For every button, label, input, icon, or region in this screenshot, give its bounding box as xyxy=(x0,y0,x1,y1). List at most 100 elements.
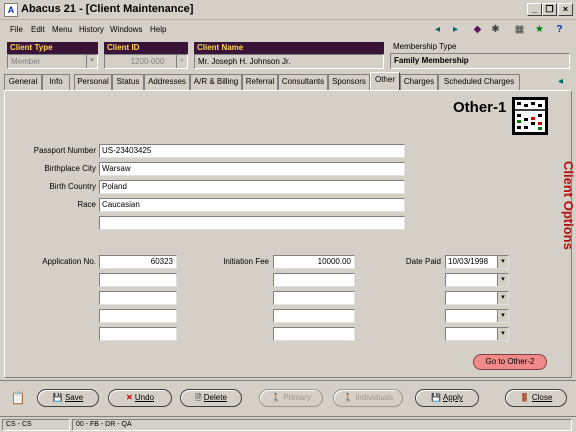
status-codes: 00 - FB - DR - QA xyxy=(72,419,572,431)
initiation-field[interactable] xyxy=(273,273,355,287)
application-field[interactable] xyxy=(99,309,177,323)
membership-type-field: Family Membership xyxy=(390,53,570,69)
abacus-icon xyxy=(512,97,548,135)
client-type-label: Client Type xyxy=(7,42,98,54)
membership-type-label: Membership Type xyxy=(393,42,457,51)
apply-label: Apply xyxy=(442,393,463,402)
lookup-icon[interactable]: ⌕ xyxy=(176,55,187,68)
clipboard-icon[interactable]: 📋 xyxy=(10,389,26,407)
chevron-down-icon[interactable]: ▾ xyxy=(86,55,97,68)
runner-icon[interactable]: ★ xyxy=(532,22,547,37)
side-label-container: Client Options xyxy=(561,161,576,341)
undo-icon: ✕ xyxy=(125,393,135,402)
chevron-down-icon[interactable]: ▾ xyxy=(497,310,508,322)
birthplace-label: Birthplace City xyxy=(44,164,96,173)
client-id-field[interactable]: 1200-000 ⌕ xyxy=(104,54,188,69)
chevron-down-icon[interactable]: ▾ xyxy=(497,256,508,268)
date-paid-select[interactable]: ▾ xyxy=(445,291,509,305)
application-field[interactable] xyxy=(99,273,177,287)
tab-charges[interactable]: Charges xyxy=(400,74,438,90)
menu-edit[interactable]: Edit xyxy=(31,25,45,34)
menu-menu[interactable]: Menu xyxy=(52,25,72,34)
minimize-button[interactable]: _ xyxy=(527,3,542,16)
menu-windows[interactable]: Windows xyxy=(110,25,142,34)
calculator-icon[interactable]: ▦ xyxy=(512,22,527,37)
extra-field[interactable] xyxy=(99,216,405,230)
date-paid-select[interactable]: 10/03/1998 ▾ xyxy=(445,255,509,269)
help-icon[interactable]: ? xyxy=(552,22,567,37)
chevron-down-icon[interactable]: ▾ xyxy=(497,274,508,286)
individuals-label: Individuals xyxy=(355,393,393,402)
tab-consultants[interactable]: Consultants xyxy=(278,74,328,90)
initiation-field[interactable] xyxy=(273,291,355,305)
tab-other[interactable]: Other xyxy=(370,72,400,90)
client-id-group: Client ID 1200-000 ⌕ xyxy=(104,42,188,69)
tab-ar-billing[interactable]: A/R & Billing xyxy=(190,74,242,90)
menu-file[interactable]: File xyxy=(10,25,23,34)
date-paid-select[interactable]: ▾ xyxy=(445,309,509,323)
go-to-other-2-button[interactable]: Go to Other-2 xyxy=(473,354,547,370)
save-button[interactable]: 💾 Save xyxy=(37,389,99,407)
birth-country-field[interactable]: Poland xyxy=(99,180,405,194)
birthplace-field[interactable]: Warsaw xyxy=(99,162,405,176)
date-paid-label: Date Paid xyxy=(405,257,441,266)
delete-button[interactable]: 🗎 Delete xyxy=(180,389,242,407)
passport-field[interactable]: US-23403425 xyxy=(99,144,405,158)
delete-label: Delete xyxy=(203,393,227,402)
tab-scheduled-charges[interactable]: Scheduled Charges xyxy=(438,74,520,90)
save-label: Save xyxy=(64,393,84,402)
application-label: Application No. xyxy=(42,257,96,266)
chevron-down-icon[interactable]: ▾ xyxy=(497,328,508,340)
primary-button[interactable]: 🚶 Primary xyxy=(259,389,323,407)
undo-button[interactable]: ✕ Undo xyxy=(108,389,172,407)
initiation-field[interactable] xyxy=(273,327,355,341)
primary-icon: 🚶 xyxy=(271,393,284,402)
race-field[interactable]: Caucasian xyxy=(99,198,405,212)
application-field[interactable] xyxy=(99,291,177,305)
application-field[interactable] xyxy=(99,327,177,341)
status-bar: CS - CS 00 - FB - DR - QA xyxy=(0,416,576,432)
close-button[interactable]: 🚪 Close xyxy=(505,389,567,407)
menu-help[interactable]: Help xyxy=(150,25,166,34)
race-label: Race xyxy=(77,200,96,209)
apply-button[interactable]: 💾 Apply xyxy=(415,389,479,407)
save-icon: 💾 xyxy=(52,393,65,402)
primary-label: Primary xyxy=(283,393,311,402)
app-icon: A xyxy=(4,3,18,17)
tab-sponsors[interactable]: Sponsors xyxy=(328,74,370,90)
application-field[interactable]: 60323 xyxy=(99,255,177,269)
tab-general[interactable]: General xyxy=(4,74,42,90)
date-paid-select[interactable]: ▾ xyxy=(445,327,509,341)
tab-referral[interactable]: Referral xyxy=(242,74,278,90)
book-icon[interactable]: ◆ xyxy=(470,22,485,37)
menu-history[interactable]: History xyxy=(79,25,104,34)
arrow-left-icon[interactable]: ◂ xyxy=(430,22,445,37)
client-type-select[interactable]: Member ▾ xyxy=(7,54,98,69)
tab-addresses[interactable]: Addresses xyxy=(144,74,190,90)
window-title: Abacus 21 - [Client Maintenance] xyxy=(21,3,194,15)
tab-scroll-left-icon[interactable]: ◂ xyxy=(558,76,563,87)
client-name-group: Client Name Mr. Joseph H. Johnson Jr. xyxy=(194,42,384,69)
close-window-button[interactable]: × xyxy=(558,3,573,16)
chevron-down-icon[interactable]: ▾ xyxy=(497,292,508,304)
individuals-icon: 🚶 xyxy=(343,393,356,402)
client-name-label: Client Name xyxy=(194,42,384,54)
client-type-group: Client Type Member ▾ xyxy=(7,42,98,69)
gear-icon[interactable]: ✱ xyxy=(488,22,503,37)
individuals-button[interactable]: 🚶 Individuals xyxy=(333,389,403,407)
arrow-right-icon[interactable]: ▸ xyxy=(448,22,463,37)
date-paid-value: 10/03/1998 xyxy=(448,257,489,266)
delete-icon: 🗎 xyxy=(195,393,204,402)
door-icon: 🚪 xyxy=(519,393,532,402)
tab-personal[interactable]: Personal xyxy=(74,74,112,90)
initiation-field[interactable]: 10000.00 xyxy=(273,255,355,269)
client-options-panel: Other-1 Client Options Passport Number U… xyxy=(4,90,576,378)
date-paid-select[interactable]: ▾ xyxy=(445,273,509,287)
initiation-field[interactable] xyxy=(273,309,355,323)
undo-label: Undo xyxy=(134,393,155,402)
membership-type-group: Membership Type Family Membership xyxy=(390,42,570,69)
tab-info[interactable]: Info xyxy=(42,74,70,90)
client-name-field: Mr. Joseph H. Johnson Jr. xyxy=(194,54,384,69)
restore-button[interactable]: ❐ xyxy=(542,3,557,16)
tab-status[interactable]: Status xyxy=(112,74,144,90)
